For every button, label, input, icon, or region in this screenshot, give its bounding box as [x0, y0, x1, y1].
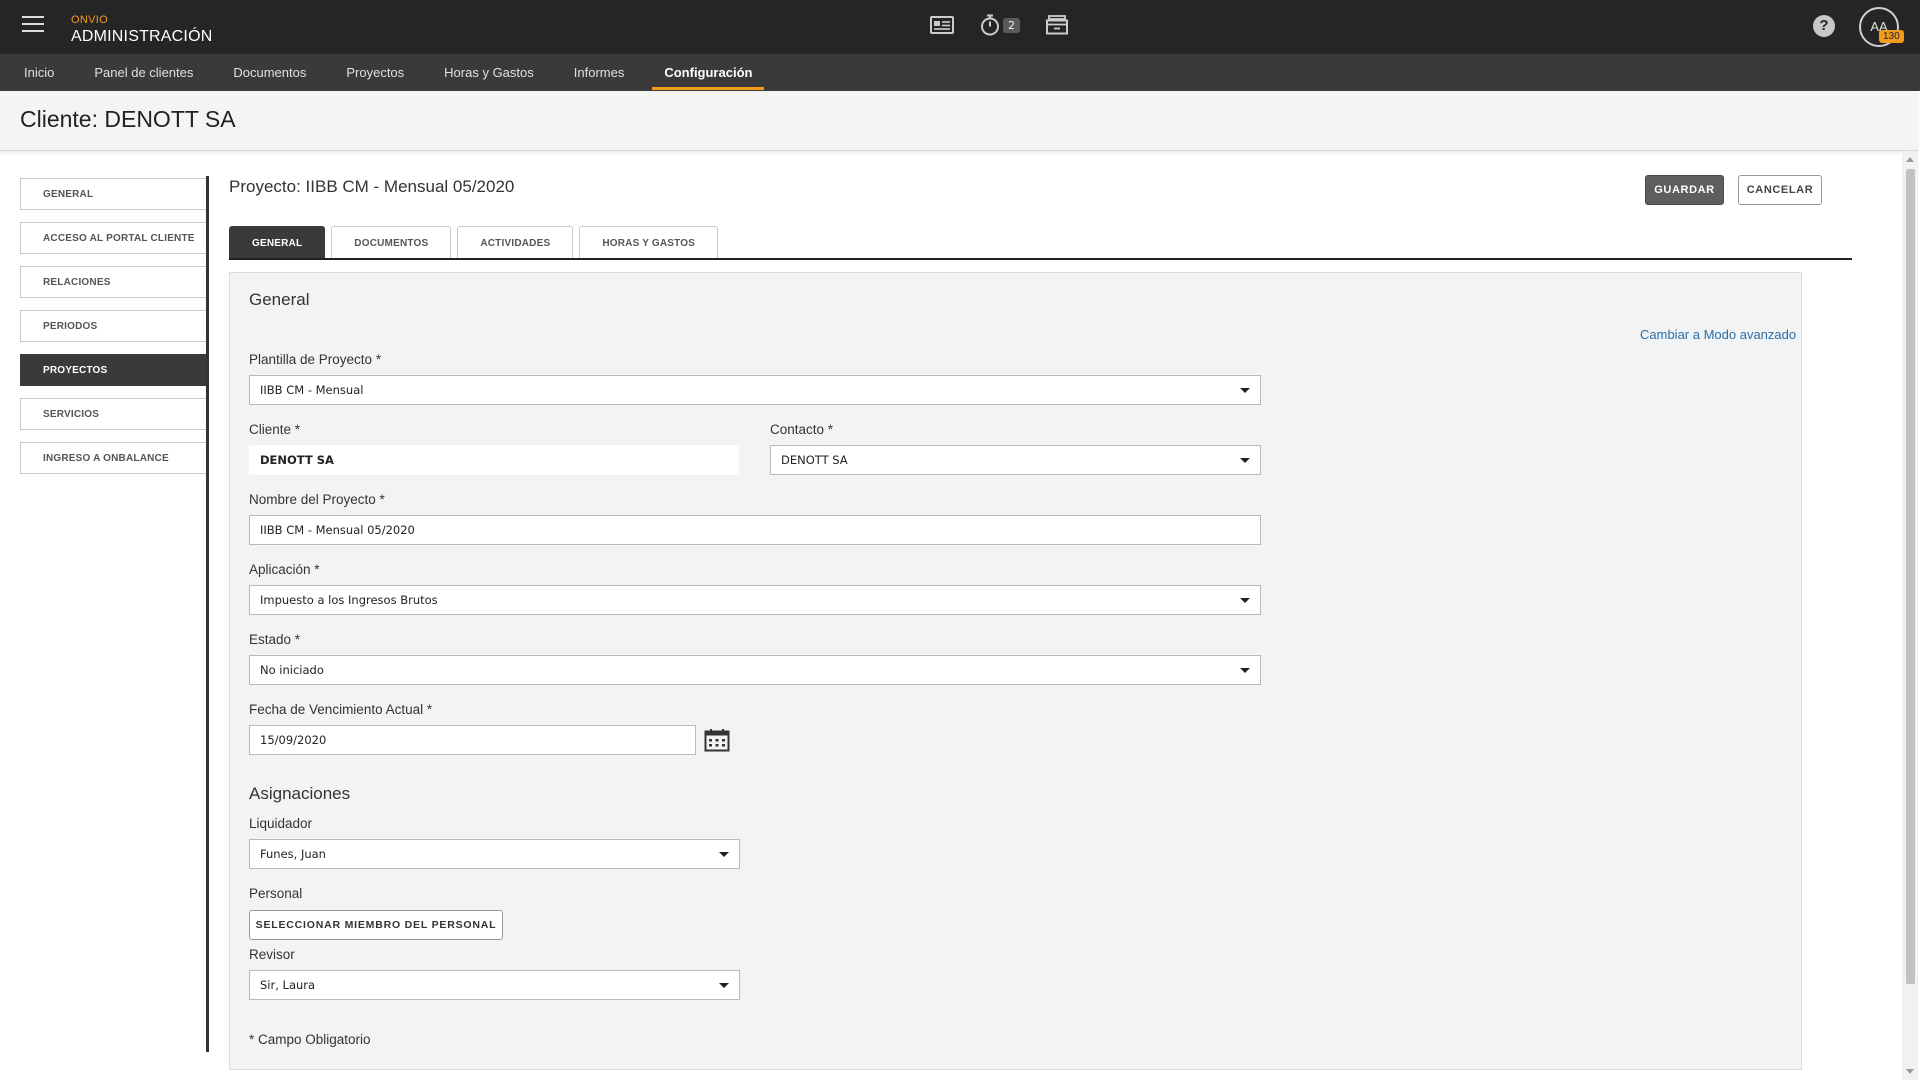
chevron-down-icon	[1240, 598, 1250, 603]
client-sidebar: GENERAL ACCESO AL PORTAL CLIENTE RELACIO…	[20, 178, 206, 486]
vertical-scrollbar[interactable]	[1902, 151, 1918, 1080]
project-name-input[interactable]: IIBB CM - Mensual 05/2020	[249, 515, 1261, 545]
stopwatch-icon	[981, 14, 999, 36]
state-label: Estado *	[249, 632, 301, 647]
project-name-label: Nombre del Proyecto *	[249, 492, 385, 507]
tab-horas-gastos[interactable]: HORAS Y GASTOS	[579, 226, 719, 259]
project-tabs: GENERAL DOCUMENTOS ACTIVIDADES HORAS Y G…	[229, 226, 719, 259]
required-note: * Campo Obligatorio	[249, 1032, 371, 1047]
tabs-underline	[229, 258, 1852, 260]
help-icon[interactable]: ?	[1813, 15, 1835, 37]
template-value: IIBB CM - Mensual	[260, 383, 364, 397]
top-icons: 2	[930, 14, 1068, 36]
staff-label: Personal	[249, 886, 303, 901]
timer-badge: 2	[1003, 17, 1020, 33]
contact-label: Contacto *	[770, 422, 834, 437]
template-label: Plantilla de Proyecto *	[249, 352, 382, 367]
page-title: Cliente: DENOTT SA	[20, 106, 236, 132]
template-select[interactable]: IIBB CM - Mensual	[249, 375, 1261, 405]
select-staff-button[interactable]: SELECCIONAR MIEMBRO DEL PERSONAL	[249, 910, 503, 940]
sidebar-item-onbalance[interactable]: INGRESO A ONBALANCE	[20, 442, 206, 474]
chevron-down-icon	[719, 852, 729, 857]
nav-documentos[interactable]: Documentos	[213, 54, 326, 91]
sidebar-item-periodos[interactable]: PERIODOS	[20, 310, 206, 342]
contact-select[interactable]: DENOTT SA	[770, 445, 1261, 475]
due-date-value: 15/09/2020	[260, 733, 327, 747]
state-value: No iniciado	[260, 663, 324, 677]
client-field: DENOTT SA	[249, 445, 739, 475]
sidebar-item-general[interactable]: GENERAL	[20, 178, 206, 210]
liquidator-value: Funes, Juan	[260, 847, 326, 861]
brand-name: ONVIO	[71, 14, 108, 26]
nav-panel-clientes[interactable]: Panel de clientes	[74, 54, 213, 91]
chevron-down-icon	[1240, 668, 1250, 673]
chevron-down-icon	[1240, 458, 1250, 463]
application-label: Aplicación *	[249, 562, 320, 577]
reviewer-label: Revisor	[249, 947, 295, 962]
calendar-icon[interactable]	[704, 728, 730, 752]
liquidator-select[interactable]: Funes, Juan	[249, 839, 740, 869]
nav-horas-gastos[interactable]: Horas y Gastos	[424, 54, 554, 91]
client-value: DENOTT SA	[260, 453, 334, 467]
tab-actividades[interactable]: ACTIVIDADES	[457, 226, 574, 259]
section-assignments-title: Asignaciones	[249, 784, 351, 803]
contact-card-icon[interactable]	[930, 15, 954, 35]
state-select[interactable]: No iniciado	[249, 655, 1261, 685]
page-header: Cliente: DENOTT SA	[0, 91, 1918, 151]
nav-proyectos[interactable]: Proyectos	[326, 54, 424, 91]
sidebar-divider	[206, 176, 209, 1052]
tab-general[interactable]: GENERAL	[229, 226, 326, 259]
hamburger-menu-icon[interactable]	[22, 16, 44, 36]
sidebar-item-servicios[interactable]: SERVICIOS	[20, 398, 206, 430]
section-general-title: General	[249, 290, 310, 309]
liquidator-label: Liquidador	[249, 816, 313, 831]
client-label: Cliente *	[249, 422, 301, 437]
tab-documentos[interactable]: DOCUMENTOS	[331, 226, 452, 259]
application-value: Impuesto a los Ingresos Brutos	[260, 593, 438, 607]
nav-informes[interactable]: Informes	[554, 54, 645, 91]
timer-button[interactable]: 2	[980, 14, 1020, 36]
sidebar-item-proyectos[interactable]: PROYECTOS	[20, 354, 206, 386]
reviewer-value: Sir, Laura	[260, 978, 316, 992]
chevron-down-icon	[1240, 388, 1250, 393]
main-nav: Inicio Panel de clientes Documentos Proy…	[0, 54, 1920, 91]
contact-value: DENOTT SA	[781, 453, 848, 467]
due-date-label: Fecha de Vencimiento Actual *	[249, 702, 433, 717]
reviewer-select[interactable]: Sir, Laura	[249, 970, 740, 1000]
scroll-down-arrow[interactable]	[1906, 1069, 1914, 1074]
sidebar-item-portal-cliente[interactable]: ACCESO AL PORTAL CLIENTE	[20, 222, 206, 254]
module-title: ADMINISTRACIÓN	[71, 28, 213, 45]
project-title: Proyecto: IIBB CM - Mensual 05/2020	[229, 177, 515, 196]
scroll-thumb[interactable]	[1906, 169, 1915, 984]
sidebar-item-relaciones[interactable]: RELACIONES	[20, 266, 206, 298]
save-button[interactable]: GUARDAR	[1645, 175, 1724, 205]
advanced-mode-link[interactable]: Cambiar a Modo avanzado	[1640, 327, 1796, 342]
application-select[interactable]: Impuesto a los Ingresos Brutos	[249, 585, 1261, 615]
due-date-input[interactable]: 15/09/2020	[249, 725, 696, 755]
chevron-down-icon	[719, 983, 729, 988]
scroll-up-arrow[interactable]	[1906, 157, 1914, 162]
project-name-value: IIBB CM - Mensual 05/2020	[260, 523, 415, 537]
notification-badge: 130	[1879, 30, 1904, 43]
cancel-button[interactable]: CANCELAR	[1738, 175, 1822, 205]
nav-inicio[interactable]: Inicio	[4, 54, 74, 91]
top-bar: ONVIO ADMINISTRACIÓN 2 ? AA 130	[0, 0, 1920, 54]
nav-configuracion[interactable]: Configuración	[644, 54, 772, 91]
archive-icon[interactable]	[1046, 15, 1068, 35]
